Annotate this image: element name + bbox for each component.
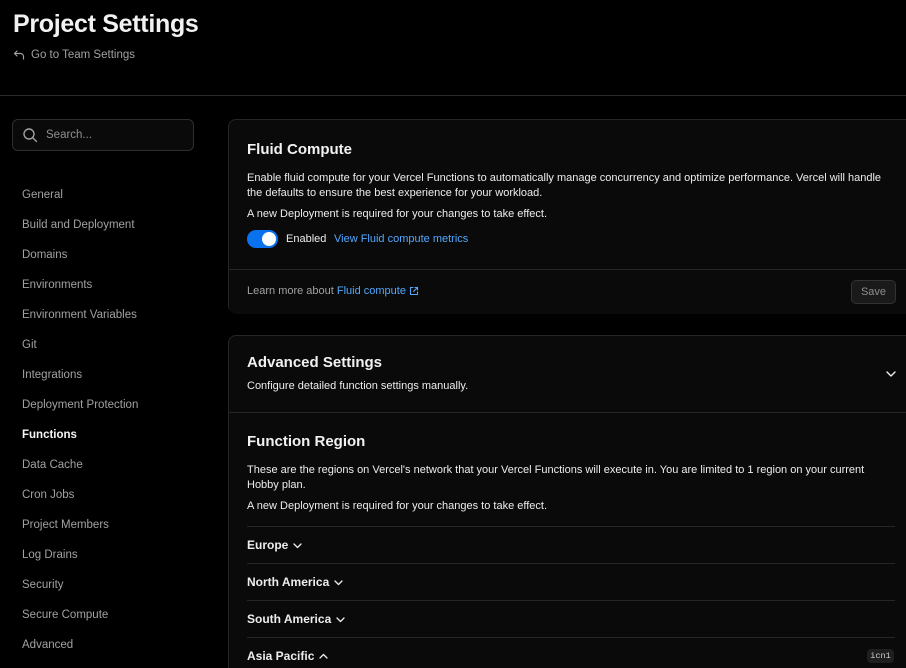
fluid-compute-docs-link-label: Fluid compute xyxy=(336,285,406,297)
sidebar-item-build-and-deployment[interactable]: Build and Deployment xyxy=(12,210,202,240)
advanced-settings-card: Advanced Settings Configure detailed fun… xyxy=(228,335,906,668)
chevron-down-icon xyxy=(336,616,345,622)
sidebar-item-general[interactable]: General xyxy=(12,180,202,210)
sidebar-item-cron-jobs[interactable]: Cron Jobs xyxy=(12,480,202,510)
sidebar-item-domains[interactable]: Domains xyxy=(12,240,202,270)
page-header: Project Settings Go to Team Settings xyxy=(0,0,906,96)
advanced-settings-title[interactable]: Advanced Settings xyxy=(247,354,382,371)
chevron-up-icon xyxy=(319,653,329,659)
region-asia-pacific[interactable]: Asia Pacific xyxy=(247,637,895,668)
fluid-compute-title: Fluid Compute xyxy=(247,141,352,158)
region-south-america[interactable]: South America xyxy=(247,600,895,637)
function-region-title: Function Region xyxy=(247,433,366,450)
back-arrow-icon xyxy=(13,50,25,60)
sidebar-item-log-drains[interactable]: Log Drains xyxy=(12,540,202,570)
save-button[interactable]: Save xyxy=(851,280,896,304)
fluid-compute-notice: A new Deployment is required for your ch… xyxy=(247,208,548,220)
external-link-icon xyxy=(409,286,418,296)
view-metrics-link[interactable]: View Fluid compute metrics xyxy=(334,233,468,245)
fluid-compute-toggle[interactable] xyxy=(247,230,278,248)
sidebar-item-secure-compute[interactable]: Secure Compute xyxy=(12,600,202,630)
region-label: Europe xyxy=(247,538,289,552)
sidebar-item-project-members[interactable]: Project Members xyxy=(12,510,202,540)
sidebar-item-data-cache[interactable]: Data Cache xyxy=(12,450,202,480)
advanced-settings-subtitle: Configure detailed function settings man… xyxy=(247,380,469,392)
sidebar-item-environments[interactable]: Environments xyxy=(12,270,202,300)
sidebar-item-security[interactable]: Security xyxy=(12,570,202,600)
fluid-compute-card: Fluid Compute Enable fluid compute for y… xyxy=(228,119,906,314)
search-input[interactable] xyxy=(46,129,176,141)
sidebar-item-functions[interactable]: Functions xyxy=(12,420,202,450)
region-label: South America xyxy=(247,612,332,626)
toggle-knob xyxy=(262,232,276,246)
sidebar-item-advanced[interactable]: Advanced xyxy=(12,630,202,660)
learn-more-prefix: Learn more about xyxy=(247,285,334,297)
divider xyxy=(229,412,906,413)
back-to-team-settings-link[interactable]: Go to Team Settings xyxy=(13,49,135,61)
sidebar-nav: General Build and Deployment Domains Env… xyxy=(12,180,202,660)
sidebar-item-git[interactable]: Git xyxy=(12,330,202,360)
region-label: Asia Pacific xyxy=(247,649,315,663)
function-region-description: These are the regions on Vercel's networ… xyxy=(247,464,865,491)
sidebar-item-environment-variables[interactable]: Environment Variables xyxy=(12,300,202,330)
region-label: North America xyxy=(247,575,330,589)
search-box[interactable] xyxy=(12,119,194,151)
back-link-label: Go to Team Settings xyxy=(31,49,135,61)
fluid-compute-docs-link[interactable]: Fluid compute xyxy=(337,285,419,297)
function-region-notice: A new Deployment is required for your ch… xyxy=(247,500,548,512)
chevron-down-icon xyxy=(293,542,302,548)
sidebar-item-integrations[interactable]: Integrations xyxy=(12,360,202,390)
fluid-compute-description: Enable fluid compute for your Vercel Fun… xyxy=(247,172,882,199)
region-north-america[interactable]: North America xyxy=(247,563,895,600)
learn-more-text: Learn more about Fluid compute xyxy=(247,285,419,297)
toggle-label: Enabled xyxy=(286,233,327,245)
chevron-down-icon[interactable] xyxy=(884,367,898,381)
chevron-down-icon xyxy=(334,579,343,585)
page-title: Project Settings xyxy=(13,10,199,38)
region-badge: icn1 xyxy=(867,649,894,663)
region-europe[interactable]: Europe xyxy=(247,526,895,563)
fluid-compute-footer: Learn more about Fluid compute Save xyxy=(229,269,906,314)
sidebar-item-deployment-protection[interactable]: Deployment Protection xyxy=(12,390,202,420)
search-icon xyxy=(23,128,38,143)
